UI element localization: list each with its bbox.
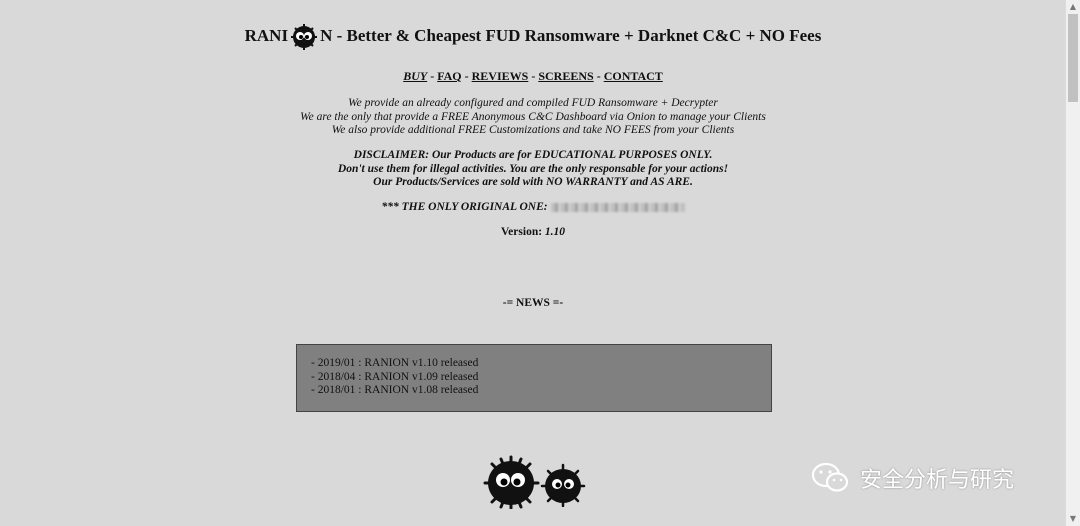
wechat-icon xyxy=(811,462,849,492)
watermark-text: 安全分析与研究 xyxy=(860,468,1015,493)
redacted-address xyxy=(550,202,685,212)
original-notice: *** THE ONLY ORIGINAL ONE: xyxy=(0,201,1066,215)
disclaimer-text: DISCLAIMER: Our Products are for EDUCATI… xyxy=(0,149,1066,190)
scroll-up-arrow-icon[interactable]: ▲ xyxy=(1066,0,1080,14)
disclaimer-line: Our Products/Services are sold with NO W… xyxy=(373,176,693,188)
scrollbar-thumb[interactable] xyxy=(1068,14,1078,102)
news-box: - 2019/01 : RANION v1.10 released - 2018… xyxy=(296,344,772,412)
version-label: Version: xyxy=(500,226,543,238)
main-nav: BUY - FAQ - REVIEWS - SCREENS - CONTACT xyxy=(0,69,1066,84)
soot-sprite-large-image xyxy=(483,455,540,509)
nav-screens-link[interactable]: SCREENS xyxy=(538,69,593,83)
intro-line: We are the only that provide a FREE Anon… xyxy=(300,110,766,123)
nav-contact-link[interactable]: CONTACT xyxy=(604,69,663,83)
disclaimer-line: DISCLAIMER: Our Products are for EDUCATI… xyxy=(353,149,713,161)
title-suffix: N - Better & Cheapest FUD Ransomware + D… xyxy=(320,25,822,45)
version-number: 1.10 xyxy=(544,226,566,238)
disclaimer-line: Don't use them for illegal activities. Y… xyxy=(337,162,729,175)
news-item: - 2018/04 : RANION v1.09 released xyxy=(311,370,479,383)
original-label: *** THE ONLY ORIGINAL ONE: xyxy=(381,201,548,213)
vertical-scrollbar[interactable]: ▲ ▼ xyxy=(1065,0,1080,526)
news-heading: -= NEWS =- xyxy=(502,297,564,309)
nav-faq-link[interactable]: FAQ xyxy=(437,69,461,83)
intro-line: We also provide additional FREE Customiz… xyxy=(331,124,735,136)
nav-separator: - xyxy=(531,69,536,83)
news-item: - 2018/01 : RANION v1.08 released xyxy=(311,384,479,396)
nav-separator: - xyxy=(430,69,435,83)
page: RANI N - Better & Cheapest FUD Ransomwar… xyxy=(0,0,1066,526)
scroll-down-arrow-icon[interactable]: ▼ xyxy=(1066,512,1080,526)
news-item: - 2019/01 : RANION v1.10 released xyxy=(311,357,479,369)
nav-separator: - xyxy=(596,69,601,83)
intro-line: We provide an already configured and com… xyxy=(348,97,718,109)
intro-text: We provide an already configured and com… xyxy=(0,97,1066,138)
title-prefix: RANI xyxy=(244,25,289,45)
nav-buy-link[interactable]: BUY xyxy=(403,69,427,83)
nav-reviews-link[interactable]: REVIEWS xyxy=(472,69,529,83)
soot-sprite-small-image xyxy=(540,463,586,507)
nav-separator: - xyxy=(464,69,469,83)
page-title: RANI N - Better & Cheapest FUD Ransomwar… xyxy=(0,22,1066,52)
watermark: 安全分析与研究 xyxy=(810,455,1014,501)
soot-sprite-logo xyxy=(291,24,318,50)
version-info: Version: 1.10 xyxy=(0,226,1066,240)
